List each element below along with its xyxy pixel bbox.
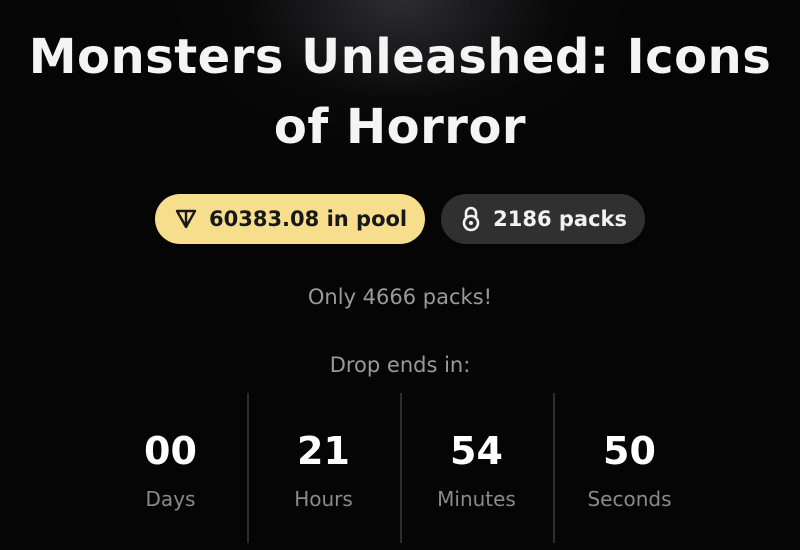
divider <box>247 393 249 543</box>
drop-page: Monsters Unleashed: Icons of Horror 6038… <box>0 0 800 550</box>
drop-ends-label: Drop ends in: <box>329 353 471 377</box>
title-line-1: Monsters Unleashed: Icons <box>28 29 772 85</box>
countdown-seconds: 50 Seconds <box>553 393 706 543</box>
packs-count-label: 2186 packs <box>493 207 627 231</box>
title-line-2: of Horror <box>273 99 527 155</box>
countdown-unit: Hours <box>294 487 353 511</box>
divider <box>400 393 402 543</box>
countdown-value: 21 <box>297 429 350 473</box>
countdown-unit: Minutes <box>437 487 516 511</box>
countdown-value: 54 <box>450 429 503 473</box>
countdown-timer: 00 Days 21 Hours 54 Minutes 50 Seconds <box>94 393 706 543</box>
lock-icon <box>461 206 481 232</box>
countdown-hours: 21 Hours <box>247 393 400 543</box>
packs-remaining-text: Only 4666 packs! <box>307 285 493 309</box>
packs-badge: 2186 packs <box>441 194 645 244</box>
countdown-minutes: 54 Minutes <box>400 393 553 543</box>
countdown-value: 50 <box>603 429 656 473</box>
countdown-unit: Seconds <box>587 487 672 511</box>
pool-amount-label: 60383.08 in pool <box>209 207 408 231</box>
countdown-value: 00 <box>144 429 197 473</box>
pool-badge: 60383.08 in pool <box>155 194 426 244</box>
page-title: Monsters Unleashed: Icons of Horror <box>0 22 800 162</box>
countdown-days: 00 Days <box>94 393 247 543</box>
divider <box>553 393 555 543</box>
ton-triangle-icon <box>175 209 197 229</box>
countdown-unit: Days <box>145 487 196 511</box>
stats-badges: 60383.08 in pool 2186 packs <box>0 194 800 244</box>
